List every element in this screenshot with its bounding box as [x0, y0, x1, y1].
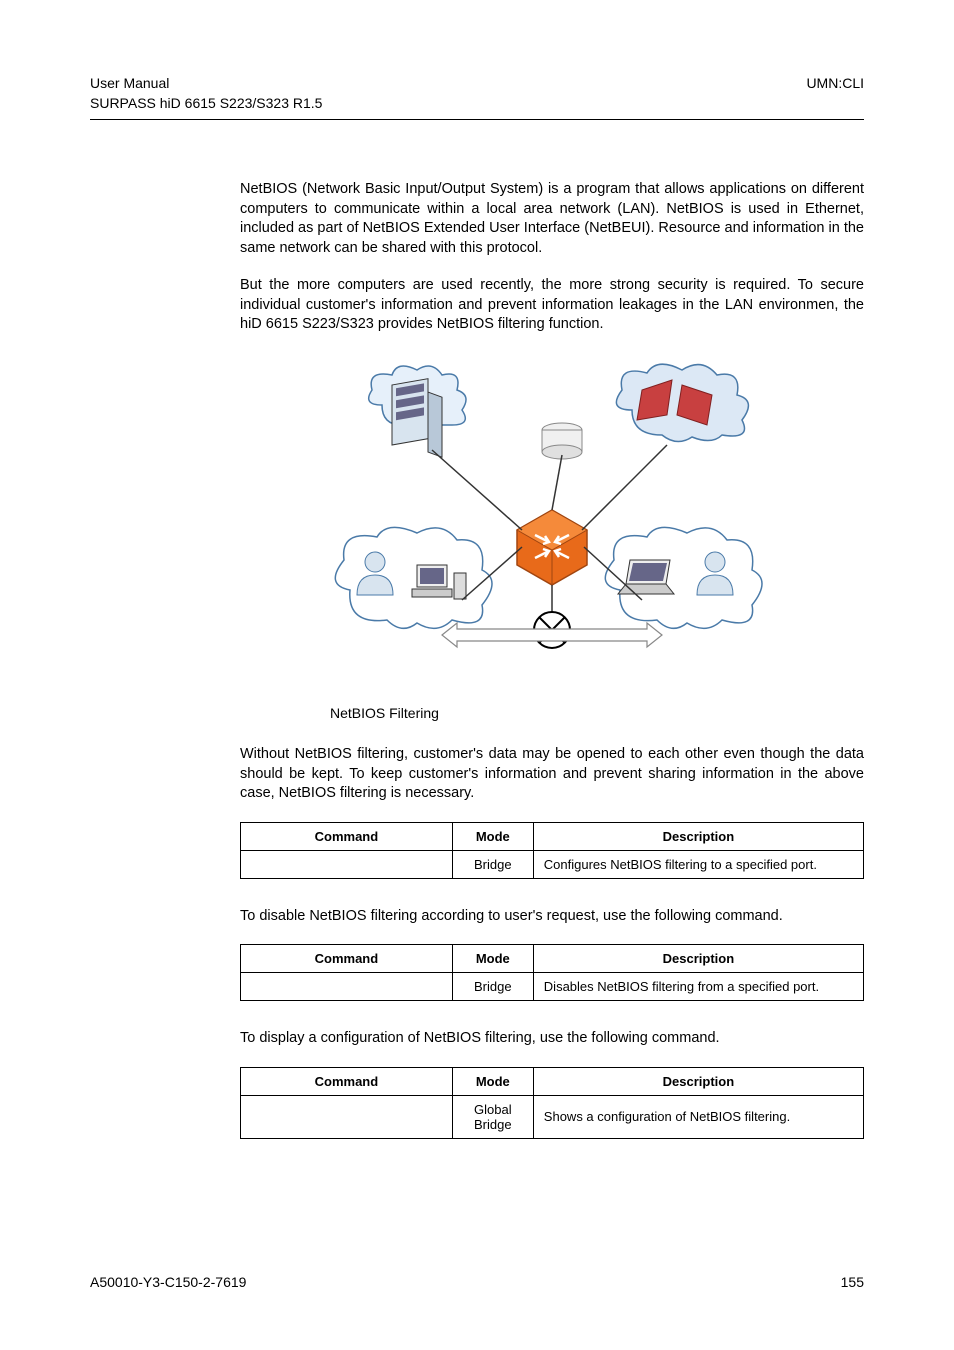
header-right: UMN:CLI: [806, 75, 864, 91]
body-paragraph: To disable NetBIOS filtering according t…: [240, 907, 864, 927]
table-header: Command: [241, 1067, 453, 1095]
header-subtitle: SURPASS hiD 6615 S223/S323 R1.5: [90, 95, 864, 111]
table-header: Mode: [452, 822, 533, 850]
cell-desc: Shows a configuration of NetBIOS filteri…: [533, 1095, 863, 1138]
body-paragraph: But the more computers are used recently…: [240, 276, 864, 335]
figure-caption: NetBIOS Filtering: [330, 705, 864, 721]
cell-mode: Bridge: [452, 973, 533, 1001]
cell-desc: Disables NetBIOS filtering from a specif…: [533, 973, 863, 1001]
table-row: Bridge Configures NetBIOS filtering to a…: [241, 850, 864, 878]
command-table-show: Command Mode Description Global Bridge S…: [240, 1067, 864, 1139]
cell-command: [241, 850, 453, 878]
table-header: Description: [533, 1067, 863, 1095]
table-header: Mode: [452, 1067, 533, 1095]
footer-page-number: 155: [841, 1274, 864, 1290]
cell-mode: Global Bridge: [452, 1095, 533, 1138]
table-header: Mode: [452, 945, 533, 973]
cell-mode: Bridge: [452, 850, 533, 878]
header-rule: [90, 119, 864, 120]
table-row: Bridge Disables NetBIOS filtering from a…: [241, 973, 864, 1001]
body-paragraph: Without NetBIOS filtering, customer's da…: [240, 745, 864, 804]
table-header: Command: [241, 945, 453, 973]
body-paragraph: NetBIOS (Network Basic Input/Output Syst…: [240, 180, 864, 258]
command-table-disable: Command Mode Description Bridge Disables…: [240, 944, 864, 1001]
body-paragraph: To display a configuration of NetBIOS fi…: [240, 1029, 864, 1049]
cell-desc: Configures NetBIOS filtering to a specif…: [533, 850, 863, 878]
table-row: Global Bridge Shows a configuration of N…: [241, 1095, 864, 1138]
header-left: User Manual: [90, 75, 169, 91]
cell-command: [241, 1095, 453, 1138]
table-header: Command: [241, 822, 453, 850]
table-header: Description: [533, 945, 863, 973]
footer-docid: A50010-Y3-C150-2-7619: [90, 1274, 246, 1290]
command-table-enable: Command Mode Description Bridge Configur…: [240, 822, 864, 879]
table-header: Description: [533, 822, 863, 850]
cell-command: [241, 973, 453, 1001]
figure-netbios-filtering: [240, 355, 864, 675]
